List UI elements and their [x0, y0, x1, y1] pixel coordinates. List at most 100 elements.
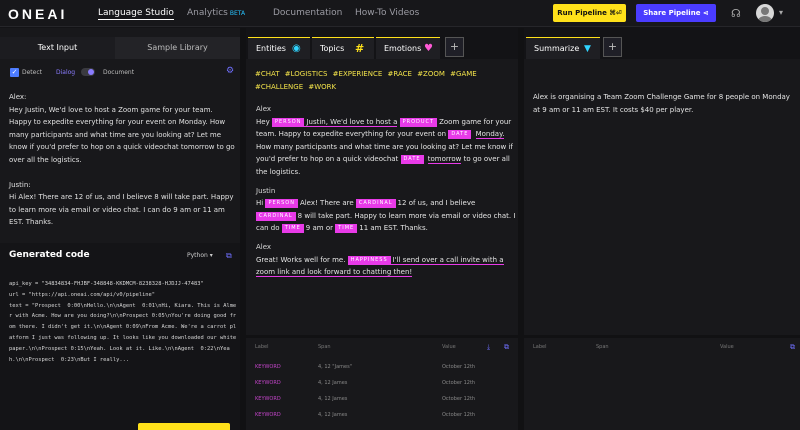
tag[interactable]: #ZOOM [417, 70, 445, 78]
chevron-down-icon[interactable]: ▾ [779, 8, 783, 17]
language-select[interactable]: Python ▾ [187, 252, 213, 259]
text-span: Alex! There are [299, 199, 354, 208]
copy-code-button[interactable] [138, 423, 230, 430]
entity-text: 12 [397, 199, 407, 208]
row-label: KEYWORD [255, 380, 281, 386]
column-header-label[interactable]: Label [533, 340, 547, 354]
download-icon[interactable]: ⤓ [487, 340, 490, 354]
run-pipeline-label: Run Pipeline [557, 9, 607, 17]
entity-badge: PERSON [271, 117, 305, 127]
share-pipeline-button[interactable]: Share Pipeline ⋖ [636, 4, 716, 22]
headset-icon[interactable]: ☊ [731, 7, 741, 20]
entity-badge[interactable]: CARDINAL [256, 211, 296, 221]
gear-icon[interactable]: ⚙ [226, 66, 234, 76]
row-label: KEYWORD [255, 396, 281, 402]
text-span: EST. Thanks. [383, 224, 428, 233]
nav-language-studio[interactable]: Language Studio [98, 8, 174, 20]
export-icon[interactable]: ⧉ [790, 340, 795, 354]
entity-badge[interactable]: DATE [400, 155, 424, 165]
document-label[interactable]: Document [103, 69, 134, 76]
tag[interactable]: #LOGISTICS [285, 70, 328, 78]
tag[interactable]: #CHALLENGE [255, 83, 303, 91]
tag[interactable]: #WORK [308, 83, 336, 91]
entity-text: 9 am [305, 224, 324, 233]
table-row[interactable]: KEYWORD 4, 12 James October 12th [246, 408, 518, 422]
nav-documentation[interactable]: Documentation [273, 8, 342, 18]
code-block: api_key = "34834834-FHJBF-348848-KKDMCM-… [9, 281, 237, 363]
row-value: October 12th [442, 380, 476, 386]
row-span: 4, 12 James [318, 396, 348, 402]
add-skill-button[interactable]: + [603, 37, 622, 57]
row-value: October 12th [442, 364, 476, 370]
entity-span[interactable]: Monday. [475, 130, 505, 140]
row-value: October 12th [442, 412, 476, 418]
table-row[interactable]: KEYWORD 4, 12 James October 12th [246, 392, 518, 406]
column-header-value[interactable]: Value [720, 340, 734, 354]
entity-badge[interactable]: CARDINAL [355, 199, 396, 209]
run-shortcut-icon: ⌘⏎ [609, 9, 622, 17]
column-header-span[interactable]: Span [596, 340, 609, 354]
nav-analytics-label: Analytics [187, 8, 228, 18]
language-select-label: Python [187, 252, 208, 259]
column-header-label[interactable]: Label [255, 340, 269, 354]
entity-badge[interactable]: TIME [281, 224, 304, 234]
detect-checkbox[interactable]: ✓ [10, 68, 19, 77]
summary-table: Label Span Value ⧉ [524, 338, 800, 430]
run-pipeline-button[interactable]: Run Pipeline ⌘⏎ [553, 4, 626, 22]
tab-entities[interactable]: Entities ◉ [248, 37, 310, 59]
tab-summarize[interactable]: Summarize ▼ [526, 37, 600, 59]
tab-summarize-label: Summarize [534, 44, 580, 53]
column-header-value[interactable]: Value [442, 340, 456, 354]
entity-span[interactable]: PERSON Justin, We'd love to host a [271, 117, 398, 127]
tag[interactable]: #CHAT [255, 70, 280, 78]
entity-span[interactable]: tomorrow [427, 155, 462, 165]
row-span: 4, 12 James [318, 412, 348, 418]
tab-entities-label: Entities [256, 44, 286, 53]
speaker-name: Alex [256, 242, 272, 251]
tab-sample-library[interactable]: Sample Library [115, 37, 240, 59]
tab-emotions[interactable]: Emotions ♥ [376, 37, 440, 59]
entity-badge[interactable]: PERSON [265, 199, 298, 209]
text-span: Hey [256, 117, 270, 126]
add-skill-button[interactable]: + [445, 37, 464, 57]
summary-text: Alex is organising a Team Zoom Challenge… [533, 93, 790, 114]
entity-text: 11 am [359, 224, 382, 233]
tag[interactable]: #RACE [388, 70, 412, 78]
nav-analytics[interactable]: Analytics BETA [187, 8, 245, 18]
entity-badge: HAPPINESS [347, 255, 391, 265]
row-value: October 12th [442, 396, 476, 402]
text-input-area[interactable]: Alex: Hey Justin, We'd love to host a Zo… [9, 91, 237, 229]
table-row[interactable]: KEYWORD 4, 12 James October 12th [246, 376, 518, 390]
column-header-span[interactable]: Span [318, 340, 331, 354]
avatar[interactable] [756, 4, 774, 22]
export-icon[interactable]: ⧉ [504, 340, 509, 354]
share-icon: ⋖ [702, 9, 709, 17]
tag[interactable]: #EXPERIENCE [333, 70, 383, 78]
summarize-icon: ▼ [584, 44, 591, 54]
entity-text: 8 [297, 211, 303, 220]
text-span: or [325, 224, 333, 233]
table-row[interactable]: KEYWORD 4, 12 "James" October 12th [246, 360, 518, 374]
row-label: KEYWORD [255, 412, 281, 418]
tab-topics[interactable]: Topics # [312, 37, 374, 59]
logo[interactable]: ONEAI [8, 6, 67, 22]
entity-badge[interactable]: DATE [448, 130, 472, 140]
nav-how-to-videos[interactable]: How-To Videos [355, 8, 419, 18]
copy-icon[interactable]: ⧉ [226, 251, 232, 261]
entity-badge[interactable]: TIME [335, 224, 358, 234]
generated-code-title: Generated code [9, 250, 90, 260]
tab-text-input[interactable]: Text Input [0, 37, 115, 59]
hash-icon: # [355, 42, 365, 55]
entity-badge[interactable]: PRODUCT [399, 117, 438, 127]
top-bar: ONEAI Language Studio Analytics BETA Docu… [0, 0, 800, 27]
speaker-name: Justin [256, 186, 276, 195]
plus-icon: + [449, 40, 460, 53]
entity-text: Justin, We'd love to host a [306, 117, 398, 126]
generated-code-panel: Generated code Python ▾ ⧉ api_key = "348… [0, 243, 240, 430]
row-span: 4, 12 "James" [318, 364, 353, 370]
entities-table: Label Span Value ⤓ ⧉ KEYWORD 4, 12 "Jame… [246, 338, 518, 430]
dialog-label[interactable]: Dialog [56, 69, 75, 76]
table-header-row: Label Span Value ⤓ ⧉ [246, 340, 518, 354]
tag[interactable]: #GAME [450, 70, 477, 78]
mode-toggle[interactable] [81, 68, 95, 76]
